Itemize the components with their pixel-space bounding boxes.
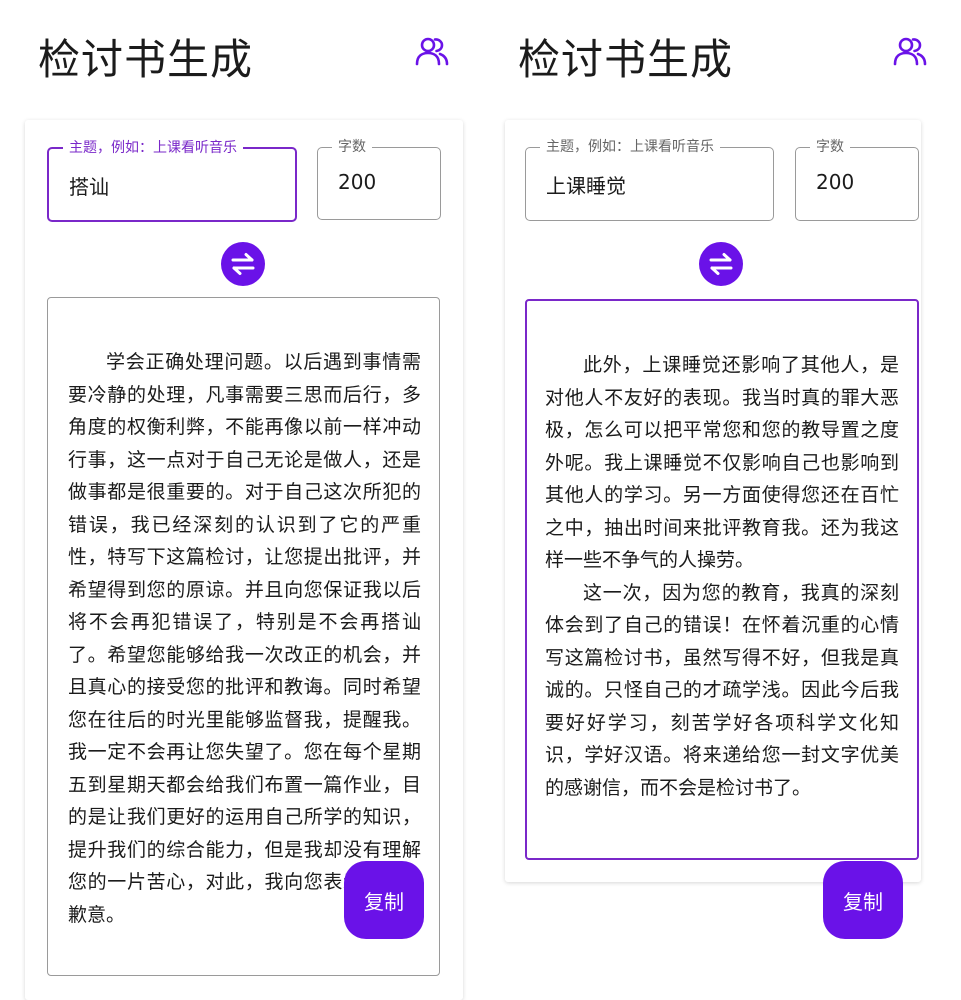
result-paragraph: 学会正确处理问题。以后遇到事情需要冷静的处理，凡事需要三思而后行，多角度的权衡利… (68, 351, 421, 926)
generate-button[interactable] (221, 242, 265, 286)
result-paragraph: 此外，上课睡觉还影响了其他人，是对他人不友好的表现。我当时真的罪大恶极，怎么可以… (545, 354, 899, 571)
copy-button[interactable]: 复制 (823, 861, 903, 939)
result-textarea[interactable]: 此外，上课睡觉还影响了其他人，是对他人不友好的表现。我当时真的罪大恶极，怎么可以… (525, 299, 919, 860)
word-count-label: 字数 (810, 138, 850, 156)
topic-value: 搭讪 (69, 175, 109, 199)
word-count-value: 200 (816, 170, 855, 194)
word-count-input[interactable]: 字数 200 (317, 138, 441, 220)
word-count-input[interactable]: 字数 200 (795, 138, 919, 221)
word-count-value: 200 (338, 170, 377, 194)
topic-label: 主题，例如：上课看听音乐 (540, 138, 720, 156)
topic-value: 上课睡觉 (546, 174, 626, 198)
word-count-label: 字数 (332, 138, 372, 156)
swap-arrows-icon (709, 253, 733, 275)
app-title: 检讨书生成 (38, 35, 254, 84)
users-icon (893, 37, 927, 66)
users-icon (415, 37, 449, 66)
account-button[interactable] (415, 34, 449, 68)
left-screen: 检讨书生成 主题，例如：上课看听音乐 搭讪 字数 200 学会正确处理问题。以后… (0, 0, 480, 1000)
topic-label: 主题，例如：上课看听音乐 (63, 139, 243, 157)
result-paragraph: 这一次，因为您的教育，我真的深刻体会到了自己的错误！在怀着沉重的心情写这篇检讨书… (545, 581, 899, 799)
generate-button[interactable] (699, 242, 743, 286)
right-screen: 检讨书生成 主题，例如：上课看听音乐 上课睡觉 字数 200 此外，上课睡觉还影… (480, 0, 961, 1000)
account-button[interactable] (893, 34, 927, 68)
copy-button[interactable]: 复制 (344, 861, 424, 939)
topic-input[interactable]: 主题，例如：上课看听音乐 上课睡觉 (525, 138, 774, 221)
swap-arrows-icon (231, 253, 255, 275)
app-title: 检讨书生成 (518, 35, 734, 84)
topic-input[interactable]: 主题，例如：上课看听音乐 搭讪 (47, 139, 297, 222)
